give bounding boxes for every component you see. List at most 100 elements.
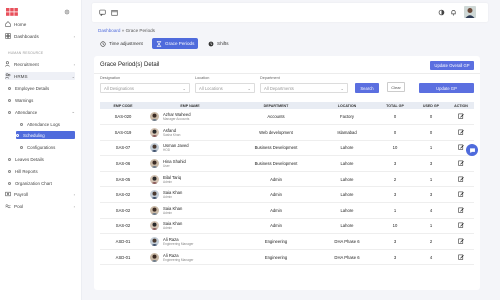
action-cell — [448, 249, 474, 266]
emp-code-cell: ASD-01 — [100, 249, 146, 266]
column-header[interactable]: EMP CODE — [100, 102, 146, 109]
column-header[interactable]: DEPARTMENT — [234, 102, 318, 109]
emp-code-cell: SAS-02 — [100, 186, 146, 204]
update-overall-gp-button[interactable]: Update Overall GP — [430, 61, 474, 70]
bullet-icon — [20, 145, 23, 149]
action-cell — [448, 186, 474, 204]
department-cell: Engineering — [234, 233, 318, 250]
emp-name-cell: Saia Khan Admin — [146, 202, 234, 219]
search-button[interactable]: Search — [355, 83, 379, 93]
used-gp-cell: 3 — [414, 155, 448, 172]
bullet-icon — [8, 98, 11, 102]
tab-time-adjustment[interactable]: Time adjustment — [96, 38, 147, 49]
app-logo[interactable] — [6, 8, 18, 16]
clock-icon — [100, 40, 106, 47]
location-cell: Lahore — [318, 140, 376, 157]
department-cell: Admin — [234, 218, 318, 235]
sidebar-item-recruitment[interactable]: Recruitment › — [5, 60, 75, 68]
emp-name-cell: Usman Javed HOD — [146, 140, 234, 157]
bullet-icon — [8, 181, 11, 185]
sidebar-settings-icon[interactable] — [64, 9, 70, 15]
sidebar-item-leaves-details[interactable]: Leaves Details — [8, 155, 75, 163]
edit-icon[interactable] — [458, 223, 464, 229]
breadcrumb-dashboard-link[interactable]: Dashboard — [98, 28, 120, 33]
sidebar-item-hill-reports[interactable]: Hill Reports — [8, 167, 75, 175]
department-value: All Departments — [264, 85, 294, 91]
edit-icon[interactable] — [458, 238, 464, 245]
sidebar-item-dashboards[interactable]: Dashboards › — [5, 32, 75, 40]
sidebar-item-label: HRMS — [14, 73, 28, 79]
update-gp-button[interactable]: Update GP — [419, 83, 474, 93]
emp-code-cell: SAS-019 — [100, 124, 146, 141]
employee-avatar — [150, 237, 159, 247]
edit-icon[interactable] — [458, 129, 464, 136]
employee-role: Admin — [163, 210, 173, 215]
chevron-down-icon: ⌄ — [247, 85, 251, 91]
designation-select[interactable]: All Designations ⌄ — [100, 83, 190, 93]
grace-period-card: Grace Period(s) Detail Update Overall GP… — [94, 56, 480, 290]
sidebar-item-pool[interactable]: Pool › — [5, 202, 75, 210]
sidebar-item-organization-chart[interactable]: Organization Chart — [8, 179, 75, 187]
sidebar-item-label: Scheduling — [23, 132, 45, 138]
employee-avatar — [150, 221, 159, 231]
edit-icon[interactable] — [458, 145, 464, 151]
action-cell — [448, 155, 474, 172]
column-header[interactable]: TOTAL GP — [376, 102, 414, 109]
edit-icon[interactable] — [458, 191, 464, 198]
payroll-icon — [5, 191, 11, 197]
total-gp-cell: 10 — [376, 140, 414, 157]
sidebar-item-employee-details[interactable]: Employee Details — [8, 84, 75, 92]
chat-widget-button[interactable] — [466, 144, 478, 156]
tab-shifts[interactable]: Shifts — [204, 38, 233, 49]
location-value: All Locations — [199, 85, 223, 91]
user-avatar[interactable] — [464, 6, 476, 18]
tab-label: Shifts — [217, 41, 229, 46]
employee-avatar — [150, 159, 159, 169]
clear-button[interactable]: Clear — [387, 82, 405, 92]
sidebar-item-home[interactable]: Home — [5, 20, 75, 28]
total-gp-cell: 0 — [376, 109, 414, 126]
sidebar: Home Dashboards › HUMAN RESOURCE Recruit… — [0, 0, 82, 300]
hourglass-icon — [156, 40, 162, 47]
edit-icon[interactable] — [458, 254, 464, 261]
sidebar-item-payroll[interactable]: Payroll › — [5, 190, 75, 198]
tab-label: Time adjustment — [109, 41, 143, 46]
column-header[interactable]: EMP NAME — [146, 102, 234, 109]
table-row: ASD-01 Ali Raza Engineering Manager Enginee… — [100, 233, 474, 250]
bell-icon[interactable] — [450, 9, 457, 16]
table-row: SAS-019 Asfand Sasha Khan Web development Is… — [100, 124, 474, 141]
calendar-icon[interactable] — [111, 9, 118, 16]
location-cell: Islamabad — [318, 124, 376, 141]
sidebar-item-hrms[interactable]: HRMS ⌄ — [5, 72, 75, 80]
top-bar — [92, 3, 488, 22]
employee-avatar — [150, 174, 159, 184]
emp-name-cell: Azhar Waheed Manager Accounts — [146, 109, 234, 126]
edit-icon[interactable] — [458, 207, 464, 214]
chevron-right-icon: › — [73, 191, 75, 197]
column-header[interactable]: LOCATION — [318, 102, 376, 109]
location-cell: DHA Phase 6 — [318, 233, 376, 250]
tab-grace-periods[interactable]: Grace Periods — [152, 38, 199, 49]
sidebar-item-warnings[interactable]: Warnings — [8, 96, 75, 104]
used-gp-cell: 4 — [414, 202, 448, 219]
emp-code-cell: SAS-05 — [100, 171, 146, 188]
employee-avatar — [150, 112, 159, 122]
edit-icon[interactable] — [458, 176, 464, 183]
edit-icon[interactable] — [458, 160, 464, 167]
total-gp-cell: 3 — [376, 233, 414, 250]
used-gp-cell: 0 — [414, 124, 448, 141]
total-gp-cell: 0 — [376, 124, 414, 141]
sidebar-item-configurations[interactable]: Configurations — [20, 143, 75, 151]
theme-toggle-icon[interactable] — [438, 9, 445, 16]
edit-icon[interactable] — [458, 113, 464, 120]
sidebar-item-attendance-logs[interactable]: Attendance Logs — [20, 120, 75, 128]
column-header[interactable]: USED GP — [414, 102, 448, 109]
sidebar-item-scheduling[interactable]: Scheduling — [16, 131, 75, 139]
chat-icon[interactable] — [99, 9, 106, 16]
location-select[interactable]: All Locations ⌄ — [195, 83, 255, 93]
table-row: SAS-020 Azhar Waheed Manager Accounts Accou… — [100, 109, 474, 126]
sidebar-item-attendance[interactable]: Attendance ⌄ — [8, 108, 75, 116]
location-cell: Lahore — [318, 202, 376, 219]
used-gp-cell: 2 — [414, 233, 448, 250]
department-select[interactable]: All Departments ⌄ — [260, 83, 348, 93]
